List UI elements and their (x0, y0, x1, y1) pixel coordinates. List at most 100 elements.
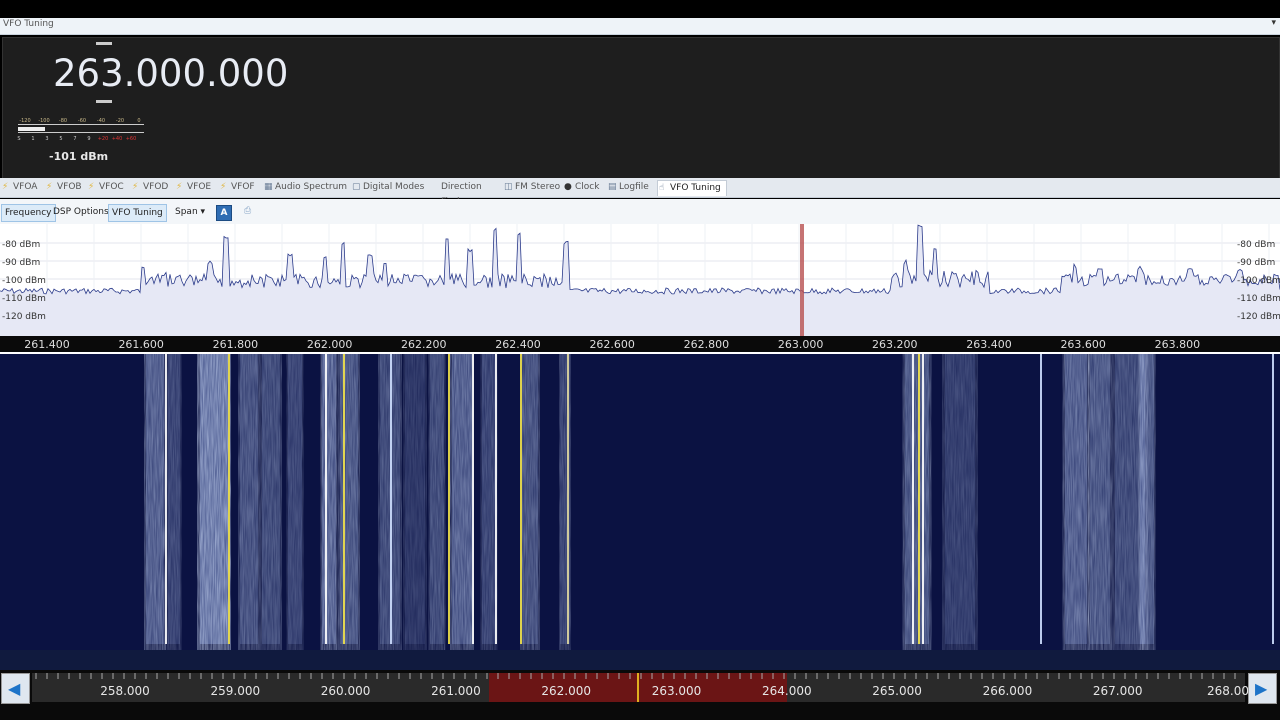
frequency-axis: 261.400 261.600 261.800 262.000 262.200 262.4… (0, 336, 1280, 354)
tab-vfob[interactable]: ⚡ VFOB (45, 180, 87, 195)
s-meter-scale-label: -40 (97, 118, 105, 124)
tab-label: Audio Spectrum (275, 182, 348, 192)
s-meter-scale-label: -120 (19, 118, 30, 124)
log-icon: ▤ (608, 182, 617, 192)
tab-vfoe[interactable]: ⚡ VFOE (175, 180, 219, 195)
tab-logfile[interactable]: ▤ Logfile (607, 180, 657, 195)
frequency-axis-label: 263.200 (872, 338, 918, 351)
s-meter-labels: -120 -100 -80 -60 -40 -20 0 S 1 3 5 7 9 +20 +40 +60 (17, 118, 140, 142)
tab-digital-modes[interactable]: ▢ Digital Modes (351, 180, 429, 195)
s-meter-scale-label: -60 (78, 118, 86, 124)
vfo-panel: 263.000.000 -120 -100 -80 -60 -40 -20 0 S 1 3 5 7 9… (2, 37, 1280, 179)
tab-direction-finder[interactable]: Direction Finder (429, 180, 503, 207)
tab-label: VFOD (143, 182, 169, 192)
db-axis-label: -90 dBm (2, 258, 40, 268)
frequency-axis-label: 262.400 (495, 338, 541, 351)
s-meter-scale-label: -100 (38, 118, 49, 124)
tab-label: FM Stereo (515, 182, 561, 192)
window-titlebar: VFO Tuning ▾ (0, 18, 1280, 35)
signal-level: -101 dBm (49, 150, 109, 163)
dropdown-arrow-icon: ▾ (200, 207, 206, 217)
hand-icon: ☝ (659, 183, 665, 193)
tab-clock[interactable]: ● Clock (563, 180, 607, 195)
db-axis-label: -120 dBm (1237, 312, 1280, 322)
tab-vfod[interactable]: ⚡ VFOD (131, 180, 175, 195)
frequency-button[interactable]: Frequency (1, 204, 56, 222)
db-axis-label: -120 dBm (2, 312, 46, 322)
band-scale-label: 258.000 (100, 684, 150, 698)
band-scale-label: 260.000 (321, 684, 371, 698)
tab-label: Logfile (619, 182, 649, 192)
lightning-icon: ⚡ (220, 182, 227, 192)
frequency-axis-label: 261.800 (213, 338, 259, 351)
print-icon[interactable]: ⎙ (244, 206, 256, 217)
waterfall-footer (0, 650, 1280, 670)
tab-vfoa[interactable]: ⚡ VFOA (1, 180, 45, 195)
tab-label: VFOF (231, 182, 255, 192)
frequency-axis-label: 263.800 (1155, 338, 1201, 351)
frequency-axis-label: 262.800 (684, 338, 730, 351)
db-axis-label: -100 dBm (1237, 276, 1280, 286)
tab-label: Digital Modes (363, 182, 425, 192)
frequency-axis-label: 263.400 (966, 338, 1012, 351)
window-title: VFO Tuning (3, 19, 54, 29)
band-scale-label: 263.000 (652, 684, 702, 698)
clock-icon: ● (564, 182, 572, 192)
frequency-axis-label: 262.200 (401, 338, 447, 351)
band-scale-label: 268.00 (1207, 684, 1249, 698)
band-scale-label: 261.000 (431, 684, 481, 698)
band-scale-label: 266.000 (983, 684, 1033, 698)
s-meter-unit-label: 5 (59, 136, 62, 142)
tab-label: Clock (575, 182, 600, 192)
tune-up-marker[interactable] (96, 42, 112, 45)
tune-down-marker[interactable] (96, 100, 112, 103)
tuned-frequency-line (637, 673, 639, 702)
frequency-axis-label: 261.600 (118, 338, 164, 351)
tab-label: VFOB (57, 182, 82, 192)
tab-label: VFOE (187, 182, 212, 192)
span-dropdown[interactable]: Span ▾ (172, 204, 208, 220)
tab-fm-stereo[interactable]: ◫ FM Stereo (503, 180, 563, 195)
spectrum-toolbar: Frequency DSP Options VFO Tuning Span ▾ … (0, 199, 1280, 225)
band-scale-label: 267.000 (1093, 684, 1143, 698)
spectrum-plot[interactable]: -80 dBm -90 dBm -100 dBm -110 dBm -120 dBm -… (0, 224, 1280, 336)
tab-label: VFOC (99, 182, 124, 192)
s-meter-scale-label: -20 (116, 118, 124, 124)
lightning-icon: ⚡ (88, 182, 95, 192)
s-meter-unit-label: 7 (73, 136, 76, 142)
tab-vfof[interactable]: ⚡ VFOF (219, 180, 263, 195)
center-frequency-marker[interactable] (800, 224, 804, 336)
lightning-icon: ⚡ (46, 182, 53, 192)
stereo-icon: ◫ (504, 182, 513, 192)
db-axis-label: -80 dBm (1237, 240, 1275, 250)
frequency-axis-label: 262.600 (589, 338, 635, 351)
s-meter-scale-label: 0 (137, 118, 140, 124)
tab-vfoc[interactable]: ⚡ VFOC (87, 180, 131, 195)
frequency-display[interactable]: 263.000.000 (53, 52, 288, 95)
db-axis-label: -110 dBm (1237, 294, 1280, 304)
waterfall-display[interactable] (0, 354, 1280, 650)
spectrum-icon: ▦ (264, 182, 273, 192)
vfo-tuning-button[interactable]: VFO Tuning (108, 204, 167, 222)
tab-audio-spectrum[interactable]: ▦ Audio Spectrum (263, 180, 351, 195)
band-scale-label: 264.000 (762, 684, 812, 698)
frequency-axis-label: 263.000 (778, 338, 824, 351)
s-meter-unit-label: +40 (112, 136, 123, 142)
s-meter-unit-label: 9 (87, 136, 90, 142)
band-scale-label: 265.000 (872, 684, 922, 698)
band-scale-label: 262.000 (541, 684, 591, 698)
s-meter-unit-label: S (17, 136, 20, 142)
s-meter-unit-label: +20 (98, 136, 109, 142)
arrow-right-icon: ▶ (1255, 679, 1268, 698)
chevron-down-icon[interactable]: ▾ (1271, 18, 1276, 28)
lightning-icon: ⚡ (176, 182, 183, 192)
frequency-axis-label: 261.400 (24, 338, 70, 351)
tab-vfo-tuning[interactable]: ☝ VFO Tuning (657, 180, 727, 196)
s-meter-unit-label: 3 (45, 136, 48, 142)
scroll-right-button[interactable]: ▶ (1248, 673, 1277, 704)
band-scale: ◀ 258.000 259.000 260.000 261.000 262.000 263… (0, 670, 1280, 720)
s-meter-unit-label: +60 (126, 136, 137, 142)
dsp-options-button[interactable]: DSP Options (50, 204, 112, 220)
tab-label: VFO Tuning (670, 183, 721, 193)
auto-scale-button[interactable]: A (216, 205, 232, 221)
